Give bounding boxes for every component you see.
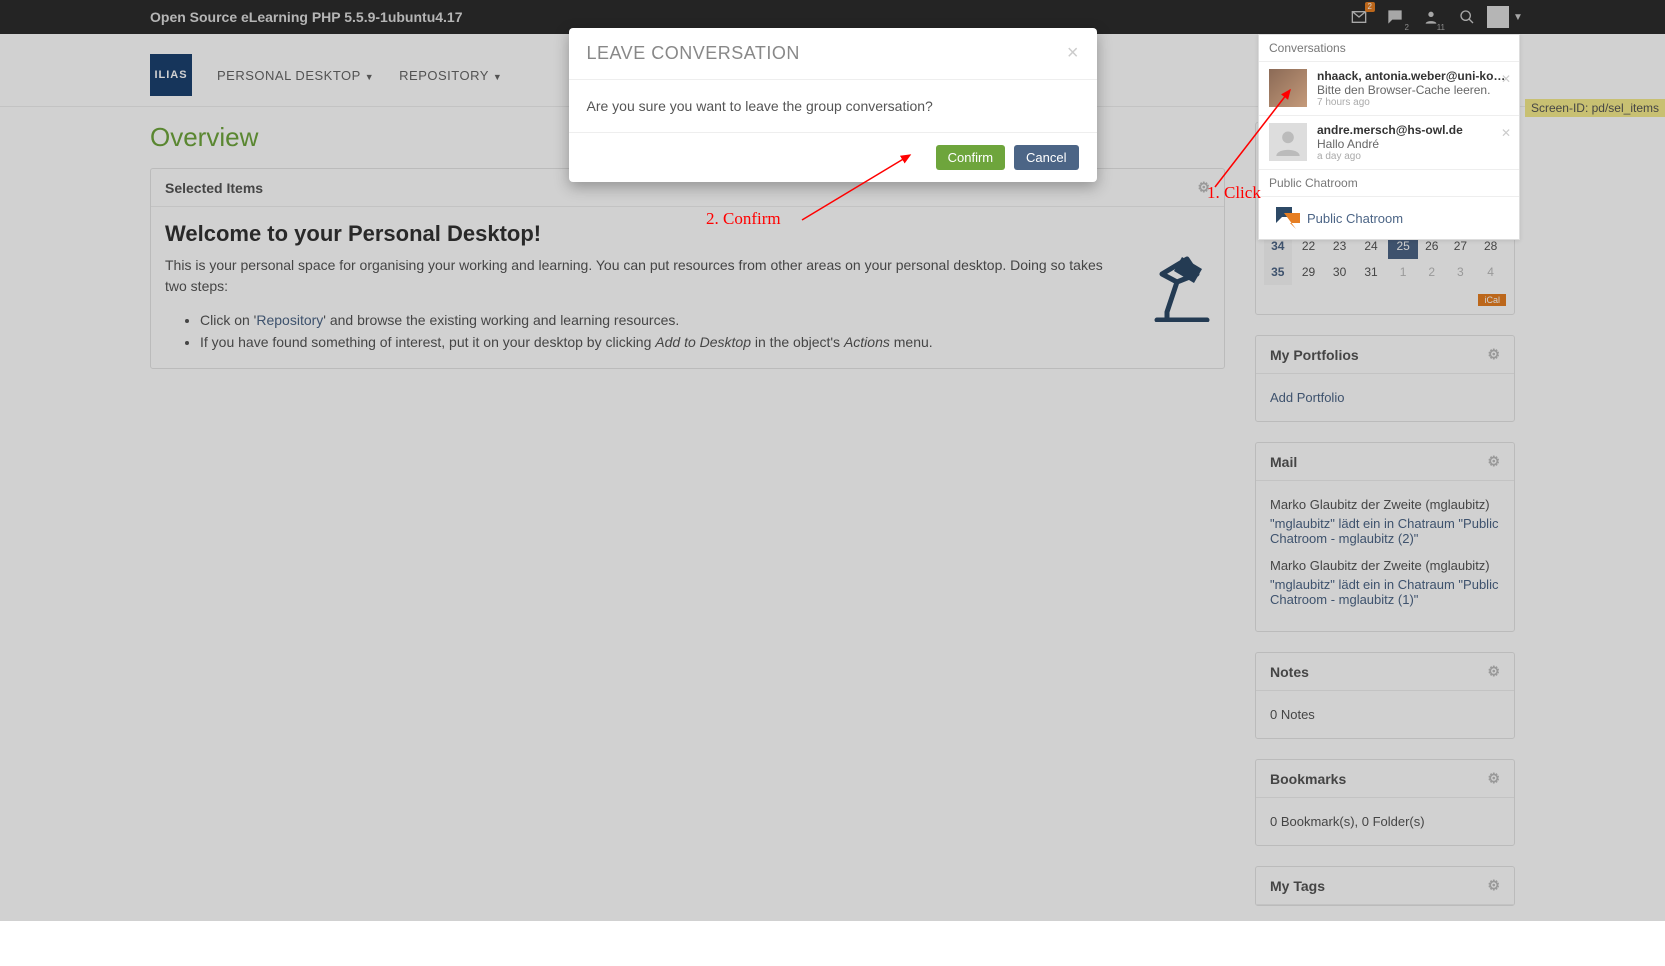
close-icon[interactable]: ✕ (1501, 126, 1511, 140)
cancel-button[interactable]: Cancel (1014, 145, 1078, 170)
conversation-name: nhaack, antonia.weber@uni-koeln.d... (1317, 69, 1509, 83)
conversations-popup: Conversations nhaack, antonia.weber@uni-… (1258, 34, 1520, 240)
chat-icon (1269, 207, 1307, 229)
conversation-message: Bitte den Browser-Cache leeren. (1317, 83, 1509, 97)
avatar (1269, 69, 1307, 107)
leave-conversation-modal: LEAVE CONVERSATION × Are you sure you wa… (569, 28, 1097, 182)
modal-body: Are you sure you want to leave the group… (569, 80, 1097, 132)
public-chatroom-link[interactable]: Public Chatroom (1259, 197, 1519, 239)
conversations-header: Conversations (1259, 35, 1519, 62)
confirm-button[interactable]: Confirm (936, 145, 1006, 170)
conversation-time: a day ago (1317, 151, 1509, 162)
conversation-time: 7 hours ago (1317, 97, 1509, 108)
modal-title: LEAVE CONVERSATION (587, 43, 800, 64)
avatar (1269, 123, 1307, 161)
public-chatroom-header: Public Chatroom (1259, 170, 1519, 197)
conversation-item[interactable]: nhaack, antonia.weber@uni-koeln.d...Bitt… (1259, 62, 1519, 116)
conversation-name: andre.mersch@hs-owl.de (1317, 123, 1509, 137)
close-icon[interactable]: × (1067, 43, 1079, 64)
conversation-item[interactable]: andre.mersch@hs-owl.deHallo Andréa day a… (1259, 116, 1519, 170)
conversation-message: Hallo André (1317, 137, 1509, 151)
close-icon[interactable]: ✕ (1501, 72, 1511, 86)
